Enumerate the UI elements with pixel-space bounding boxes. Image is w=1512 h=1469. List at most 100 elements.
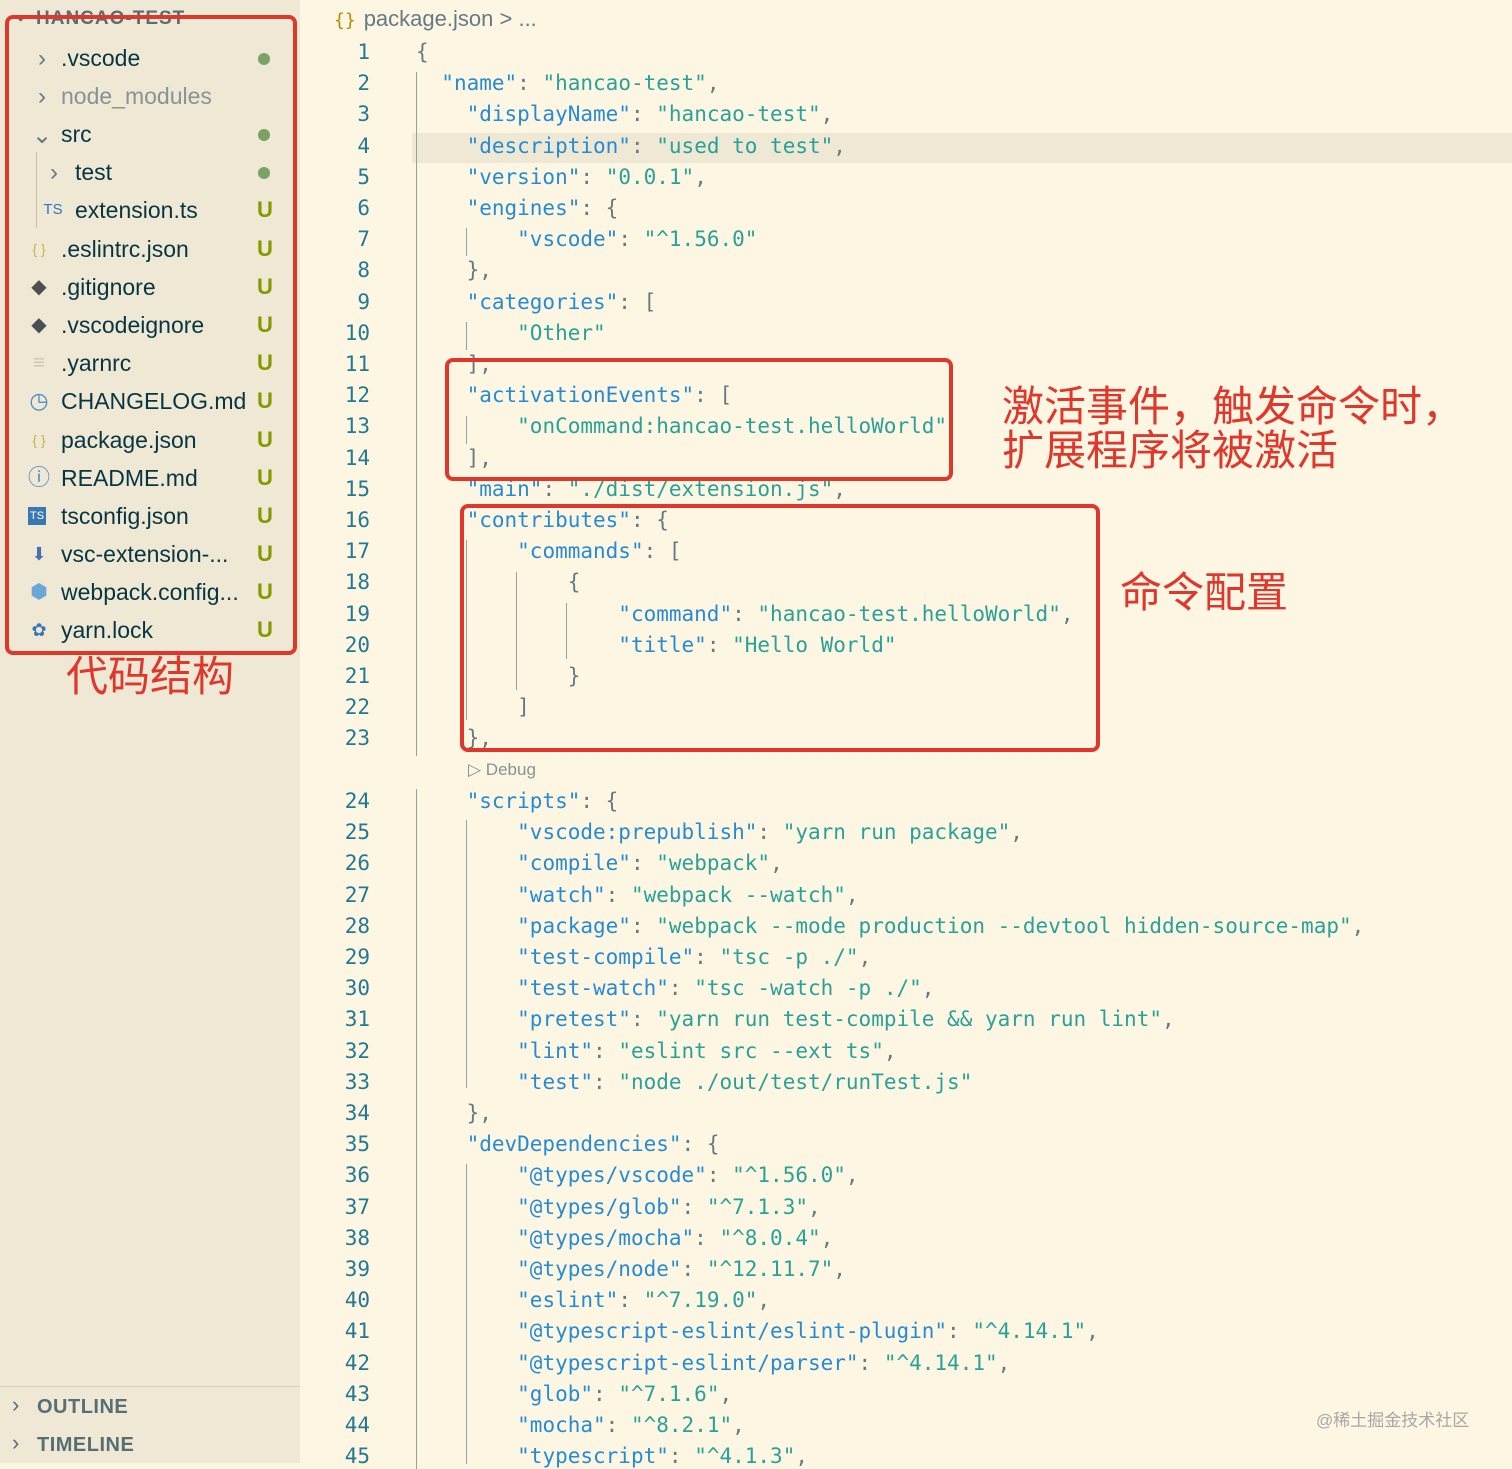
line-number: 43: [344, 1381, 370, 1406]
chevron-right-icon: ›: [12, 1430, 20, 1455]
line-number: 38: [344, 1225, 370, 1250]
code-line[interactable]: },: [416, 258, 492, 282]
indent-guide: [466, 820, 467, 1088]
code-line[interactable]: "@types/vscode": "^1.56.0",: [416, 1163, 858, 1187]
code-line[interactable]: "pretest": "yarn run test-compile && yar…: [416, 1007, 1175, 1031]
code-line[interactable]: "@typescript-eslint/parser": "^4.14.1",: [416, 1351, 1010, 1375]
line-number: 13: [344, 414, 370, 439]
code-line[interactable]: "typescript": "^4.1.3",: [416, 1444, 808, 1468]
line-number: 40: [344, 1288, 370, 1313]
code-line[interactable]: "@types/mocha": "^8.0.4",: [416, 1226, 833, 1250]
line-number: 34: [344, 1101, 370, 1125]
command-config-note: 命令配置: [1120, 568, 1289, 617]
breadcrumb-file[interactable]: package.json: [364, 6, 494, 31]
line-number: 3: [357, 102, 370, 127]
indent-guide: [466, 1164, 467, 1464]
line-number: 7: [357, 227, 370, 252]
line-number: 6: [357, 196, 370, 220]
indent-guide: [466, 322, 467, 350]
line-number: 33: [344, 1069, 370, 1094]
line-number: 12: [344, 383, 370, 408]
line-number: 26: [344, 851, 370, 876]
code-line[interactable]: "lint": "eslint src --ext ts",: [416, 1039, 896, 1063]
indent-guide: [466, 228, 467, 256]
line-number: 11: [344, 352, 370, 376]
code-line[interactable]: "@typescript-eslint/eslint-plugin": "^4.…: [416, 1319, 1099, 1343]
line-number: 9: [357, 289, 370, 314]
activation-note-line1: 激活事件，触发命令时，: [1002, 382, 1465, 431]
line-number: 35: [344, 1132, 370, 1157]
line-number: 27: [344, 882, 370, 907]
line-number: 21: [344, 664, 370, 688]
code-structure-note: 代码结构: [66, 652, 235, 701]
indent-guide: [416, 789, 417, 1469]
code-line[interactable]: "@types/glob": "^7.1.3",: [416, 1195, 821, 1219]
code-line[interactable]: "engines": {: [416, 196, 619, 220]
breadcrumb-separator: >: [499, 6, 513, 31]
chevron-right-icon: ›: [12, 1392, 20, 1417]
line-number: 17: [344, 539, 370, 564]
code-line[interactable]: "compile": "webpack",: [416, 851, 783, 875]
line-number: 23: [344, 726, 370, 751]
line-number: 42: [344, 1350, 370, 1375]
line-number: 36: [344, 1163, 370, 1188]
breadcrumb-more[interactable]: ...: [518, 6, 536, 31]
line-number: 18: [344, 570, 370, 595]
watermark: @稀土掘金技术社区: [1316, 1411, 1470, 1430]
code-line[interactable]: "displayName": "hancao-test",: [416, 102, 834, 126]
line-number: 14: [344, 445, 370, 470]
outline-panel-header[interactable]: › OUTLINE: [0, 1390, 300, 1424]
line-number: 5: [357, 164, 370, 189]
code-line[interactable]: "package": "webpack --mode production --…: [416, 914, 1364, 938]
indent-guide: [416, 72, 417, 756]
breadcrumb: {} package.json > ...: [334, 6, 537, 32]
panel-divider: [0, 1386, 300, 1387]
line-number: 31: [344, 1007, 370, 1032]
code-line[interactable]: },: [416, 1101, 492, 1125]
code-line[interactable]: "test": "node ./out/test/runTest.js": [416, 1070, 972, 1094]
code-line[interactable]: "categories": [: [416, 290, 657, 314]
code-line[interactable]: "scripts": {: [416, 789, 619, 813]
code-line[interactable]: "version": "0.0.1",: [416, 165, 707, 189]
code-line[interactable]: "name": "hancao-test",: [416, 71, 719, 95]
code-line[interactable]: "test-compile": "tsc -p ./",: [416, 945, 871, 969]
activation-note-line2: 扩展程序将被激活: [1002, 426, 1339, 475]
timeline-panel-header[interactable]: › TIMELINE: [0, 1428, 300, 1462]
line-number: 1: [357, 40, 370, 64]
line-number: 19: [344, 601, 370, 626]
line-number: 41: [344, 1319, 370, 1344]
line-number: 4: [357, 133, 370, 158]
line-number: 28: [344, 913, 370, 938]
line-number: 29: [344, 945, 370, 969]
code-line[interactable]: "vscode:prepublish": "yarn run package",: [416, 820, 1023, 844]
contributes-highlight-box: [460, 504, 1100, 752]
code-line[interactable]: "Other": [416, 321, 606, 345]
debug-codelens[interactable]: ▷ Debug: [468, 760, 536, 780]
code-line[interactable]: "watch": "webpack --watch",: [416, 883, 858, 907]
code-line[interactable]: {: [416, 40, 429, 64]
line-number: 22: [344, 695, 370, 720]
code-line[interactable]: "test-watch": "tsc -watch -p ./",: [416, 976, 934, 1000]
line-number: 32: [344, 1038, 370, 1063]
line-number: 37: [344, 1194, 370, 1219]
line-number: 15: [344, 476, 370, 501]
code-line[interactable]: "@types/node": "^12.11.7",: [416, 1257, 846, 1281]
code-line[interactable]: "devDependencies": {: [416, 1132, 720, 1156]
json-file-icon: {}: [334, 10, 356, 31]
line-number: 16: [344, 508, 370, 532]
line-number: 20: [344, 632, 370, 657]
line-number: 10: [344, 320, 370, 345]
line-number: 45: [344, 1444, 370, 1469]
line-number: 2: [357, 71, 370, 96]
code-line[interactable]: "eslint": "^7.19.0",: [416, 1288, 770, 1312]
line-number: 39: [344, 1257, 370, 1281]
line-number: 30: [344, 976, 370, 1001]
play-icon: ▷: [468, 760, 486, 779]
code-structure-highlight-box: [5, 15, 297, 655]
activation-events-highlight-box: [445, 358, 953, 481]
code-line[interactable]: "vscode": "^1.56.0": [416, 227, 757, 251]
code-line[interactable]: "glob": "^7.1.6",: [416, 1382, 732, 1406]
line-number: 25: [344, 820, 370, 845]
line-number: 24: [344, 789, 370, 813]
code-line[interactable]: "description": "used to test",: [416, 134, 846, 158]
